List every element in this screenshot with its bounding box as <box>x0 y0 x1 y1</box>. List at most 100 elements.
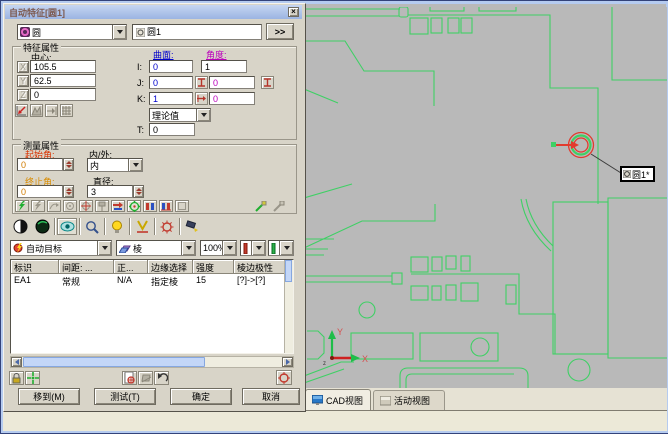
edge-combo[interactable]: 棱 <box>116 240 196 256</box>
sphere-view-button[interactable] <box>32 218 52 235</box>
theoretical-dropdown-arrow[interactable] <box>196 109 210 121</box>
hscroll-thumb[interactable] <box>23 357 205 367</box>
probe-path2-button[interactable] <box>271 200 286 212</box>
col-header-id[interactable]: 标识 <box>11 260 59 274</box>
inout-dropdown-arrow[interactable] <box>128 159 142 171</box>
stamp-button[interactable] <box>182 218 202 235</box>
ok-button[interactable]: 确定 <box>170 388 232 405</box>
level-bars-button[interactable] <box>143 200 157 212</box>
diameter-spinner[interactable] <box>133 185 144 198</box>
y-axis-button[interactable]: Y <box>17 75 29 87</box>
angle-j-field[interactable]: 0 <box>209 76 255 89</box>
close-button[interactable]: × <box>288 7 299 17</box>
red-level-combo[interactable] <box>240 240 266 256</box>
test-button[interactable]: 测试(T) <box>94 388 156 405</box>
feature-callout[interactable]: 圆1* <box>620 166 655 182</box>
arc-move-button[interactable] <box>47 200 61 212</box>
zoom-combo[interactable]: 100% <box>200 240 237 256</box>
tab-cad-view[interactable]: CAD视图 <box>305 389 371 410</box>
col-header-strength[interactable]: 强度 <box>193 260 234 274</box>
grid-button[interactable] <box>60 104 73 117</box>
erase-target-button[interactable] <box>138 371 153 385</box>
x-axis-button[interactable]: X <box>17 61 29 73</box>
edge-arrow[interactable] <box>181 241 195 255</box>
focus-button[interactable] <box>132 218 152 235</box>
green-diagonal-icon <box>255 201 267 212</box>
inout-combo[interactable]: 内 <box>87 158 143 172</box>
swap-vector-button[interactable] <box>195 92 208 105</box>
flash-measure-button[interactable] <box>15 200 29 212</box>
center-z-field[interactable]: 0 <box>30 88 96 101</box>
green-level-arrow[interactable] <box>279 241 293 255</box>
col-header-pos[interactable]: 正... <box>114 260 148 274</box>
hscroll-right-arrow[interactable] <box>282 357 293 367</box>
show-target-button[interactable] <box>276 370 292 385</box>
probe-hand-button[interactable] <box>95 200 109 212</box>
region-box-button[interactable] <box>175 200 189 212</box>
tab-active-view[interactable]: 活动视图 <box>373 390 445 410</box>
move-to-button[interactable]: 移到(M) <box>18 388 80 405</box>
auto-target-toggle-button[interactable] <box>127 200 141 212</box>
end-angle-spinner[interactable] <box>63 185 74 198</box>
snap-point-button[interactable] <box>15 104 28 117</box>
contrast-button[interactable] <box>10 218 30 235</box>
diameter-field[interactable]: 3 <box>87 185 133 198</box>
cell-pos: N/A <box>114 274 148 287</box>
flip-vector-button[interactable] <box>195 76 208 89</box>
auto-target-arrow[interactable] <box>97 241 111 255</box>
live-view-button[interactable] <box>57 218 77 235</box>
optics-button[interactable] <box>157 218 177 235</box>
surface-i-field[interactable]: 0 <box>149 60 193 73</box>
table-vscroll-thumb[interactable] <box>285 260 292 282</box>
toolbar-separator <box>129 218 130 235</box>
table-hscrollbar[interactable] <box>10 356 294 368</box>
illumination-button[interactable] <box>107 218 127 235</box>
center-x-field[interactable]: 105.5 <box>30 60 96 73</box>
surface-sample-button[interactable] <box>30 104 43 117</box>
expand-button[interactable]: >> <box>266 23 294 40</box>
probe-dot-button[interactable] <box>63 200 77 212</box>
probe-path-button[interactable] <box>253 200 268 212</box>
flip-angle-button[interactable] <box>261 76 274 89</box>
center-y-field[interactable]: 62.5 <box>30 74 96 87</box>
start-angle-field[interactable]: 0 <box>17 158 63 171</box>
surface-k-field[interactable]: 1 <box>149 92 193 105</box>
feature-type-combo[interactable]: 圆 <box>17 24 127 40</box>
green-target-icon <box>129 201 140 212</box>
table-vscrollbar[interactable] <box>284 260 293 353</box>
surface-j-field[interactable]: 0 <box>149 76 193 89</box>
auto-target-combo[interactable]: 自动目标 <box>10 240 112 256</box>
feature-type-dropdown-arrow[interactable] <box>112 25 126 39</box>
feature-name-field[interactable]: 圆1 <box>132 24 262 40</box>
dialog-titlebar[interactable]: 自动特征[圆1] × <box>5 5 302 19</box>
col-header-edge-select[interactable]: 边缘选择 <box>148 260 193 274</box>
flash2-button[interactable] <box>31 200 45 212</box>
cancel-button[interactable]: 取消 <box>242 388 300 405</box>
hscroll-left-arrow[interactable] <box>11 357 22 367</box>
col-header-polarity[interactable]: 棱边极性 <box>234 260 285 274</box>
center-target-button[interactable] <box>25 371 40 385</box>
lock-targets-button[interactable] <box>9 371 24 385</box>
target-cross-button[interactable] <box>79 200 93 212</box>
angle-i-field[interactable]: 1 <box>201 60 247 73</box>
magnify-button[interactable] <box>82 218 102 235</box>
col-header-spacing[interactable]: 间距: ... <box>59 260 114 274</box>
t-field[interactable]: 0 <box>149 123 195 136</box>
theoretical-combo[interactable]: 理论值 <box>149 108 211 122</box>
angle-k-field[interactable]: 0 <box>209 92 255 105</box>
level-bars2-button[interactable] <box>159 200 173 212</box>
table-row[interactable]: EA1 常规 N/A 指定棱 15 [?]->[?] <box>11 274 293 287</box>
green-level-combo[interactable] <box>268 240 294 256</box>
move-to-point-button[interactable] <box>45 104 58 117</box>
add-target-button[interactable] <box>122 371 137 385</box>
red-level-arrow[interactable] <box>251 241 265 255</box>
zoom-arrow[interactable] <box>222 241 236 255</box>
end-angle-field[interactable]: 0 <box>17 185 63 198</box>
z-axis-button[interactable]: Z <box>17 89 29 101</box>
brush-icon <box>185 220 199 233</box>
vector-arrows-button[interactable] <box>111 200 125 212</box>
toolbar-separator <box>179 218 180 235</box>
undo-button[interactable] <box>154 371 169 385</box>
start-angle-spinner[interactable] <box>63 158 74 171</box>
cad-viewport[interactable]: Y X z <box>304 7 667 388</box>
